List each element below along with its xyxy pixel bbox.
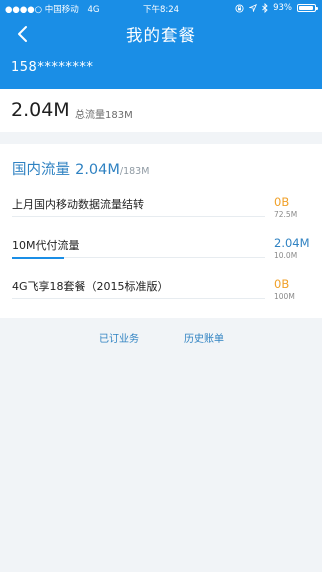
list-item[interactable]: 4G飞享18套餐（2015标准版） 0B 100M bbox=[12, 274, 309, 302]
package-name: 10M代付流量 bbox=[12, 239, 80, 252]
progress-track bbox=[12, 216, 265, 217]
app-header: ●●●●○ 中国移动 4G 下午8:24 93% 我的套餐 158*******… bbox=[0, 0, 322, 89]
phone-number: 158******** bbox=[11, 60, 94, 75]
domestic-total-value: /183M bbox=[119, 166, 150, 177]
domestic-used-value: 2.04M bbox=[75, 162, 120, 178]
package-used: 0B bbox=[274, 195, 290, 209]
package-total: 72.5M bbox=[274, 210, 298, 219]
progress-track bbox=[12, 298, 265, 299]
billing-history-link[interactable]: 历史账单 bbox=[184, 330, 224, 345]
battery-icon bbox=[297, 4, 318, 12]
total-usage-summary: 2.04M 总流量183M bbox=[0, 89, 322, 132]
list-item[interactable]: 上月国内移动数据流量结转 0B 72.5M bbox=[12, 192, 309, 220]
progress-fill bbox=[12, 257, 64, 259]
orientation-lock-icon bbox=[235, 3, 244, 13]
package-name: 4G飞享18套餐（2015标准版） bbox=[12, 280, 169, 293]
battery-fill bbox=[299, 6, 313, 10]
footer-links: 已订业务 历史账单 bbox=[0, 330, 322, 345]
page-title: 我的套餐 bbox=[126, 26, 196, 45]
package-name: 上月国内移动数据流量结转 bbox=[12, 198, 144, 211]
list-item[interactable]: 10M代付流量 2.04M 10.0M bbox=[12, 233, 310, 261]
status-right: 93% bbox=[235, 3, 318, 13]
domestic-title-label: 国内流量 bbox=[12, 162, 70, 178]
package-total: 100M bbox=[274, 292, 295, 301]
domestic-data-card: 国内流量 2.04M/183M 上月国内移动数据流量结转 0B 72.5M 10… bbox=[0, 144, 322, 318]
package-total: 10.0M bbox=[274, 251, 298, 260]
bluetooth-icon bbox=[262, 3, 268, 13]
subscribed-services-link[interactable]: 已订业务 bbox=[99, 330, 139, 345]
total-used-value: 2.04M bbox=[11, 99, 70, 121]
domestic-data-title: 国内流量 2.04M/183M bbox=[12, 158, 149, 179]
package-used: 0B bbox=[274, 277, 290, 291]
status-bar: ●●●●○ 中国移动 4G 下午8:24 93% bbox=[0, 0, 322, 18]
package-used: 2.04M bbox=[274, 236, 310, 250]
battery-percent: 93% bbox=[273, 3, 292, 13]
location-icon bbox=[249, 4, 258, 12]
total-quota-label: 总流量183M bbox=[75, 110, 133, 121]
